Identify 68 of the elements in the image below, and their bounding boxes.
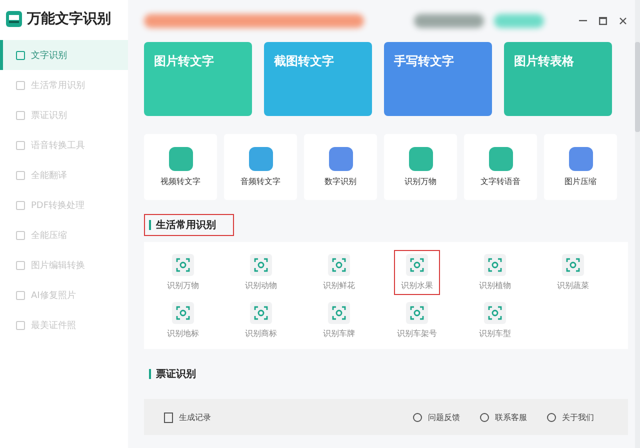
minimize-icon[interactable] [579, 20, 587, 22]
item-label: 识别鲜花 [323, 280, 355, 291]
section-title: 票证识别 [156, 368, 196, 381]
item-label: 识别动物 [245, 280, 277, 291]
recognition-item[interactable]: 识别万物 [160, 250, 206, 295]
footer-link[interactable]: 联系客服 [495, 412, 527, 422]
scan-icon [172, 254, 194, 276]
scan-icon [484, 302, 506, 324]
item-label: 识别蔬菜 [557, 280, 589, 291]
recognition-item[interactable]: 识别水果 [394, 250, 440, 295]
item-label: 识别水果 [401, 280, 433, 291]
scan-icon [328, 254, 350, 276]
feature-banner[interactable]: 图片转文字 [144, 42, 252, 116]
scan-icon [406, 254, 428, 276]
recognition-item[interactable]: 识别植物 [472, 250, 518, 295]
scan-icon [250, 302, 272, 324]
tool-card[interactable]: 文字转语音 [464, 134, 537, 200]
tool-icon [16, 170, 25, 180]
item-label: 识别植物 [479, 280, 511, 291]
tool-icon [16, 230, 25, 240]
recognition-item[interactable]: 识别鲜花 [316, 250, 362, 295]
tool-icon [16, 110, 25, 120]
scan-icon [250, 254, 272, 276]
item-label: 识别车架号 [397, 328, 437, 339]
tool-icon [16, 140, 25, 150]
item-label: 识别车牌 [323, 328, 355, 339]
recognition-item[interactable]: 识别车型 [472, 298, 518, 343]
scan-icon [484, 254, 506, 276]
blurred-user [414, 14, 484, 28]
recognition-item[interactable]: 识别商标 [238, 298, 284, 343]
recognition-item[interactable]: 识别动物 [238, 250, 284, 295]
recognition-item[interactable]: 识别车架号 [394, 298, 440, 343]
feature-banner[interactable]: 截图转文字 [264, 42, 372, 116]
clipboard-icon [164, 412, 173, 422]
tool-icon [16, 290, 25, 300]
record-link[interactable]: 生成记录 [179, 412, 211, 422]
feature-banner[interactable]: 手写转文字 [384, 42, 492, 116]
item-label: 识别万物 [167, 280, 199, 291]
close-icon[interactable] [619, 17, 627, 25]
tool-card[interactable]: 图片压缩 [544, 134, 617, 200]
tool-icon [16, 260, 25, 270]
scrollbar-thumb[interactable] [635, 42, 640, 132]
scanner-logo-icon [6, 11, 22, 27]
tool-card[interactable]: 视频转文字 [144, 134, 217, 200]
item-label: 识别地标 [167, 328, 199, 339]
scan-icon [172, 302, 194, 324]
maximize-icon[interactable] [599, 17, 607, 25]
feature-banner[interactable]: 图片转表格 [504, 42, 612, 116]
tool-icon [16, 80, 25, 90]
tool-card[interactable]: 音频转文字 [224, 134, 297, 200]
scan-icon [328, 302, 350, 324]
tool-icon [16, 200, 25, 210]
recognition-item[interactable]: 识别车牌 [316, 298, 362, 343]
scan-icon [562, 254, 584, 276]
tool-card[interactable]: 数字识别 [304, 134, 377, 200]
footer-link[interactable]: 关于我们 [562, 412, 594, 422]
tool-icon [16, 320, 25, 330]
tool-icon [16, 50, 25, 60]
section-title: 生活常用识别 [156, 218, 216, 232]
recognition-item[interactable]: 识别地标 [160, 298, 206, 343]
scan-icon [406, 302, 428, 324]
footer-link[interactable]: 问题反馈 [428, 412, 460, 422]
app-title: 万能文字识别 [27, 10, 111, 28]
tool-card[interactable]: 识别万物 [384, 134, 457, 200]
recognition-item[interactable]: 识别蔬菜 [550, 250, 596, 295]
sidebar-item[interactable]: 文字识别 [0, 40, 128, 70]
item-label: 识别商标 [245, 328, 277, 339]
item-label: 识别车型 [479, 328, 511, 339]
